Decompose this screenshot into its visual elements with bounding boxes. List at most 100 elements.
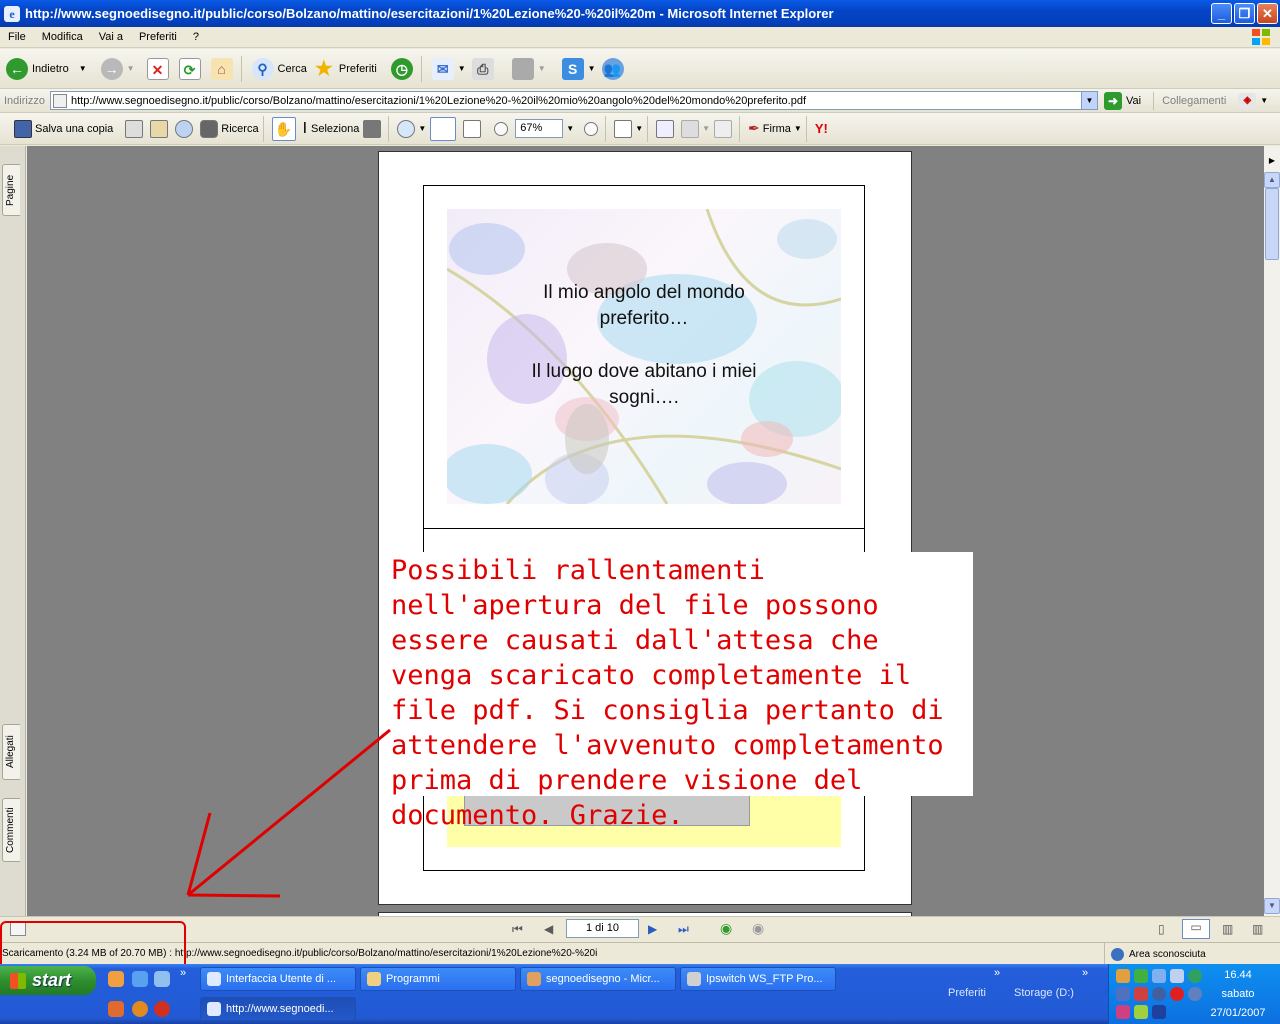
continuous-facing-icon[interactable]: ▥	[1252, 922, 1263, 936]
task-interfaccia-utente[interactable]: Interfaccia Utente di ...	[200, 967, 356, 991]
tray-play-icon[interactable]	[1152, 1005, 1166, 1019]
spellcheck-button[interactable]	[656, 119, 677, 138]
favorites-button[interactable]: ★ Preferiti	[313, 58, 377, 80]
go-button[interactable]: ➜ Vai	[1104, 91, 1141, 110]
fit-height-button[interactable]	[430, 116, 459, 141]
next-page-icon[interactable]: ▶	[648, 922, 657, 936]
history-button[interactable]: ◷	[383, 57, 417, 80]
quicklaunch-desktop-icon[interactable]	[154, 971, 170, 987]
last-page-icon[interactable]: ⏭	[678, 922, 689, 937]
refresh-button[interactable]: ⟳	[178, 57, 205, 80]
toolbar-storage[interactable]: Storage (D:)	[1014, 987, 1074, 999]
back-button[interactable]: ← Indietro ▼	[6, 57, 87, 80]
zoom-value-field[interactable]: 67% ▼	[515, 119, 574, 138]
edit-button[interactable]: ▼	[504, 57, 546, 80]
tray-alert-icon[interactable]	[1170, 987, 1184, 1001]
yahoo-button[interactable]: Y!	[815, 121, 828, 136]
close-button[interactable]: ✕	[1257, 3, 1278, 24]
stop-button[interactable]: ✕	[141, 57, 173, 80]
chevron-down-icon[interactable]: ▼	[538, 64, 546, 73]
maximize-button[interactable]: ❐	[1234, 3, 1255, 24]
minimize-button[interactable]: _	[1211, 3, 1232, 24]
search-pdf-button[interactable]: Ricerca	[200, 119, 259, 138]
chevron-down-icon[interactable]: ▼	[635, 124, 643, 133]
quicklaunch-mail-icon[interactable]	[108, 971, 124, 987]
page-number-field[interactable]: 1 di 10	[566, 919, 639, 938]
chevron-down-icon[interactable]: ▼	[1260, 96, 1268, 105]
scroll-down-arrow-icon[interactable]: ▼	[1264, 898, 1280, 914]
start-button[interactable]: start	[0, 966, 96, 995]
menu-file[interactable]: File	[0, 31, 34, 43]
task-segnoedisegno[interactable]: segnoedisegno - Micr...	[520, 967, 676, 991]
single-page-icon[interactable]: ▯	[1158, 922, 1165, 936]
save-copy-button[interactable]: Salva una copia	[14, 119, 113, 138]
chevron-down-icon[interactable]: ▼	[794, 124, 802, 133]
undo-button[interactable]: ▼	[681, 119, 710, 138]
search-button[interactable]: ⚲ Cerca	[251, 57, 307, 80]
task-ie-current[interactable]: http://www.segnoedi...	[200, 997, 356, 1021]
previous-view-icon[interactable]: ◉	[720, 920, 732, 937]
chevron-down-icon[interactable]: ▼	[79, 64, 87, 73]
address-input[interactable]: http://www.segnoedisegno.it/public/corso…	[50, 91, 1098, 110]
clock-time[interactable]: 16.44	[1208, 969, 1268, 981]
print-button[interactable]: ⎙	[471, 57, 498, 80]
rotate-button[interactable]: ▼	[614, 119, 643, 138]
tray-icon-11[interactable]	[1116, 1005, 1130, 1019]
forward-button[interactable]: → ▼	[93, 57, 135, 80]
tab-attachments[interactable]: Allegati	[2, 724, 20, 780]
zoom-value[interactable]: 67%	[515, 119, 564, 138]
tray-icon-5[interactable]	[1188, 969, 1202, 983]
quicklaunch-app1-icon[interactable]	[108, 1001, 124, 1017]
zoom-out-button[interactable]	[494, 121, 511, 136]
tab-pages[interactable]: Pagine	[2, 164, 20, 216]
address-dropdown-icon[interactable]: ▼	[1081, 92, 1097, 109]
clock-date[interactable]: 27/01/2007	[1208, 1007, 1268, 1019]
mail-button[interactable]: ✉ ▼	[431, 57, 466, 80]
links-label[interactable]: Collegamenti	[1162, 95, 1226, 107]
task-programmi[interactable]: Programmi	[360, 967, 516, 991]
email-pdf-button[interactable]	[175, 119, 196, 138]
fit-width-button[interactable]	[463, 119, 484, 138]
scroll-up-arrow-icon[interactable]: ▲	[1264, 172, 1280, 188]
tray-icon-2[interactable]	[1134, 969, 1148, 983]
tray-icon-12[interactable]	[1134, 1005, 1148, 1019]
quicklaunch-chevron[interactable]: »	[180, 967, 186, 979]
menu-modifica[interactable]: Modifica	[34, 31, 91, 43]
tray-info-icon[interactable]	[1152, 987, 1166, 1001]
snapshot-button[interactable]	[363, 119, 384, 138]
quicklaunch-ie-icon[interactable]	[132, 971, 148, 987]
chevron-down-icon[interactable]: ▼	[588, 64, 596, 73]
quicklaunch-firefox-icon[interactable]	[132, 1001, 148, 1017]
facing-page-icon[interactable]: ▥	[1222, 922, 1233, 936]
zoom-tool-button[interactable]: ▼	[397, 119, 426, 138]
chevron-down-icon[interactable]: ▼	[702, 124, 710, 133]
taskbar-chevron[interactable]: »	[1082, 967, 1088, 979]
select-tool-button[interactable]: I Seleziona	[303, 120, 360, 138]
messenger-button[interactable]: S ▼	[552, 57, 596, 80]
next-view-icon[interactable]: ◉	[752, 920, 764, 937]
chevron-down-icon[interactable]: ▼	[458, 64, 466, 73]
menu-preferiti[interactable]: Preferiti	[131, 31, 185, 43]
tray-icon-4[interactable]	[1170, 969, 1184, 983]
contacts-button[interactable]: 👥	[601, 57, 628, 80]
toolbar-preferiti[interactable]: Preferiti	[948, 987, 986, 999]
pdf-addon-icon[interactable]: ◈	[1238, 92, 1257, 109]
tray-icon-1[interactable]	[1116, 969, 1130, 983]
tab-comments[interactable]: Commenti	[2, 798, 20, 862]
first-page-icon[interactable]: ⏮	[512, 922, 523, 937]
scroll-thumb[interactable]	[1265, 188, 1279, 260]
quicklaunch-opera-icon[interactable]	[154, 1001, 170, 1017]
tray-icon-3[interactable]	[1152, 969, 1166, 983]
copy-button[interactable]	[714, 119, 735, 138]
sign-button[interactable]: ✒ Firma ▼	[748, 120, 802, 137]
menu-help[interactable]: ?	[185, 31, 207, 43]
vertical-scrollbar[interactable]: ▶ ▲ ▼	[1264, 146, 1280, 916]
organizer-button[interactable]	[150, 119, 171, 138]
clock-day[interactable]: sabato	[1208, 988, 1268, 1000]
tray-icon-10[interactable]	[1188, 987, 1202, 1001]
continuous-page-icon[interactable]: ▭	[1182, 919, 1210, 939]
previous-page-icon[interactable]: ◀	[544, 922, 553, 936]
tray-icon-6[interactable]	[1116, 987, 1130, 1001]
tray-icon-7[interactable]	[1134, 987, 1148, 1001]
zoom-in-button[interactable]	[584, 121, 601, 136]
